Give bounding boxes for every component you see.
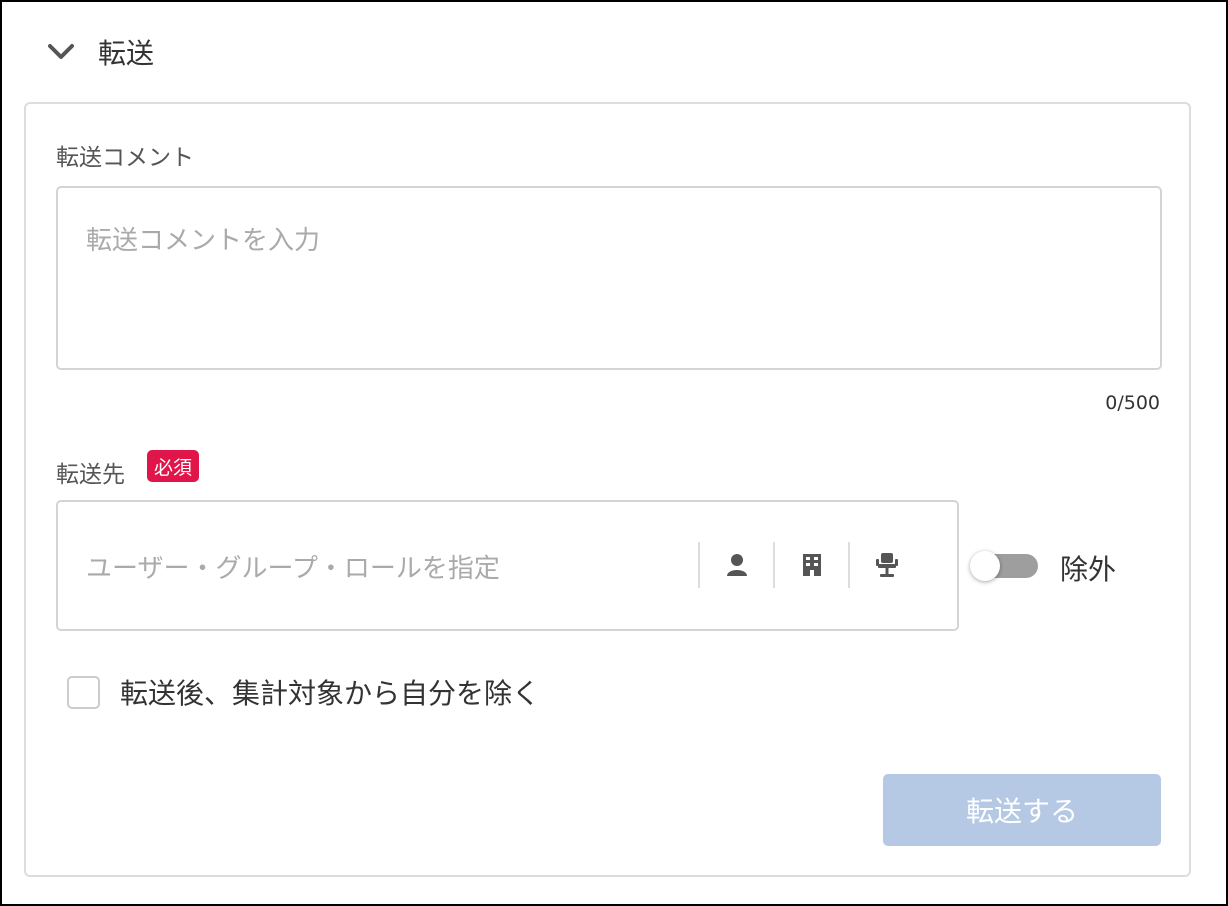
- exclude-toggle[interactable]: [970, 551, 1040, 581]
- comment-textarea[interactable]: 転送コメントを入力: [56, 186, 1162, 370]
- role-seat-icon[interactable]: [850, 542, 923, 588]
- required-badge: 必須: [147, 450, 200, 482]
- exclude-label: 除外: [1060, 553, 1117, 586]
- destination-type-icons: [698, 542, 923, 588]
- comment-label: 転送コメント: [56, 145, 194, 171]
- user-icon[interactable]: [700, 542, 773, 588]
- section-title: 転送: [98, 37, 155, 70]
- exclude-self-checkbox[interactable]: [67, 675, 100, 709]
- chevron-down-icon[interactable]: [46, 37, 76, 67]
- destination-placeholder: ユーザー・グループ・ロールを指定: [86, 554, 500, 584]
- exclude-self-option[interactable]: 転送後、集計対象から自分を除く: [67, 672, 540, 712]
- forward-section-header[interactable]: 転送: [46, 30, 154, 74]
- forward-submit-button[interactable]: 転送する: [883, 774, 1161, 846]
- destination-input[interactable]: ユーザー・グループ・ロールを指定: [56, 500, 959, 631]
- destination-label: 転送先: [56, 462, 125, 488]
- building-icon[interactable]: [775, 542, 848, 588]
- exclude-self-label: 転送後、集計対象から自分を除く: [120, 677, 541, 710]
- forward-panel-frame: 転送 転送コメント 転送コメントを入力 0/500 転送先 必須 ユーザー・グル…: [0, 0, 1228, 906]
- comment-placeholder: 転送コメントを入力: [86, 226, 321, 256]
- comment-char-counter: 0/500: [1105, 392, 1160, 414]
- forward-form-panel: 転送コメント 転送コメントを入力 0/500 転送先 必須 ユーザー・グループ・…: [24, 102, 1191, 877]
- toggle-knob: [970, 551, 1000, 581]
